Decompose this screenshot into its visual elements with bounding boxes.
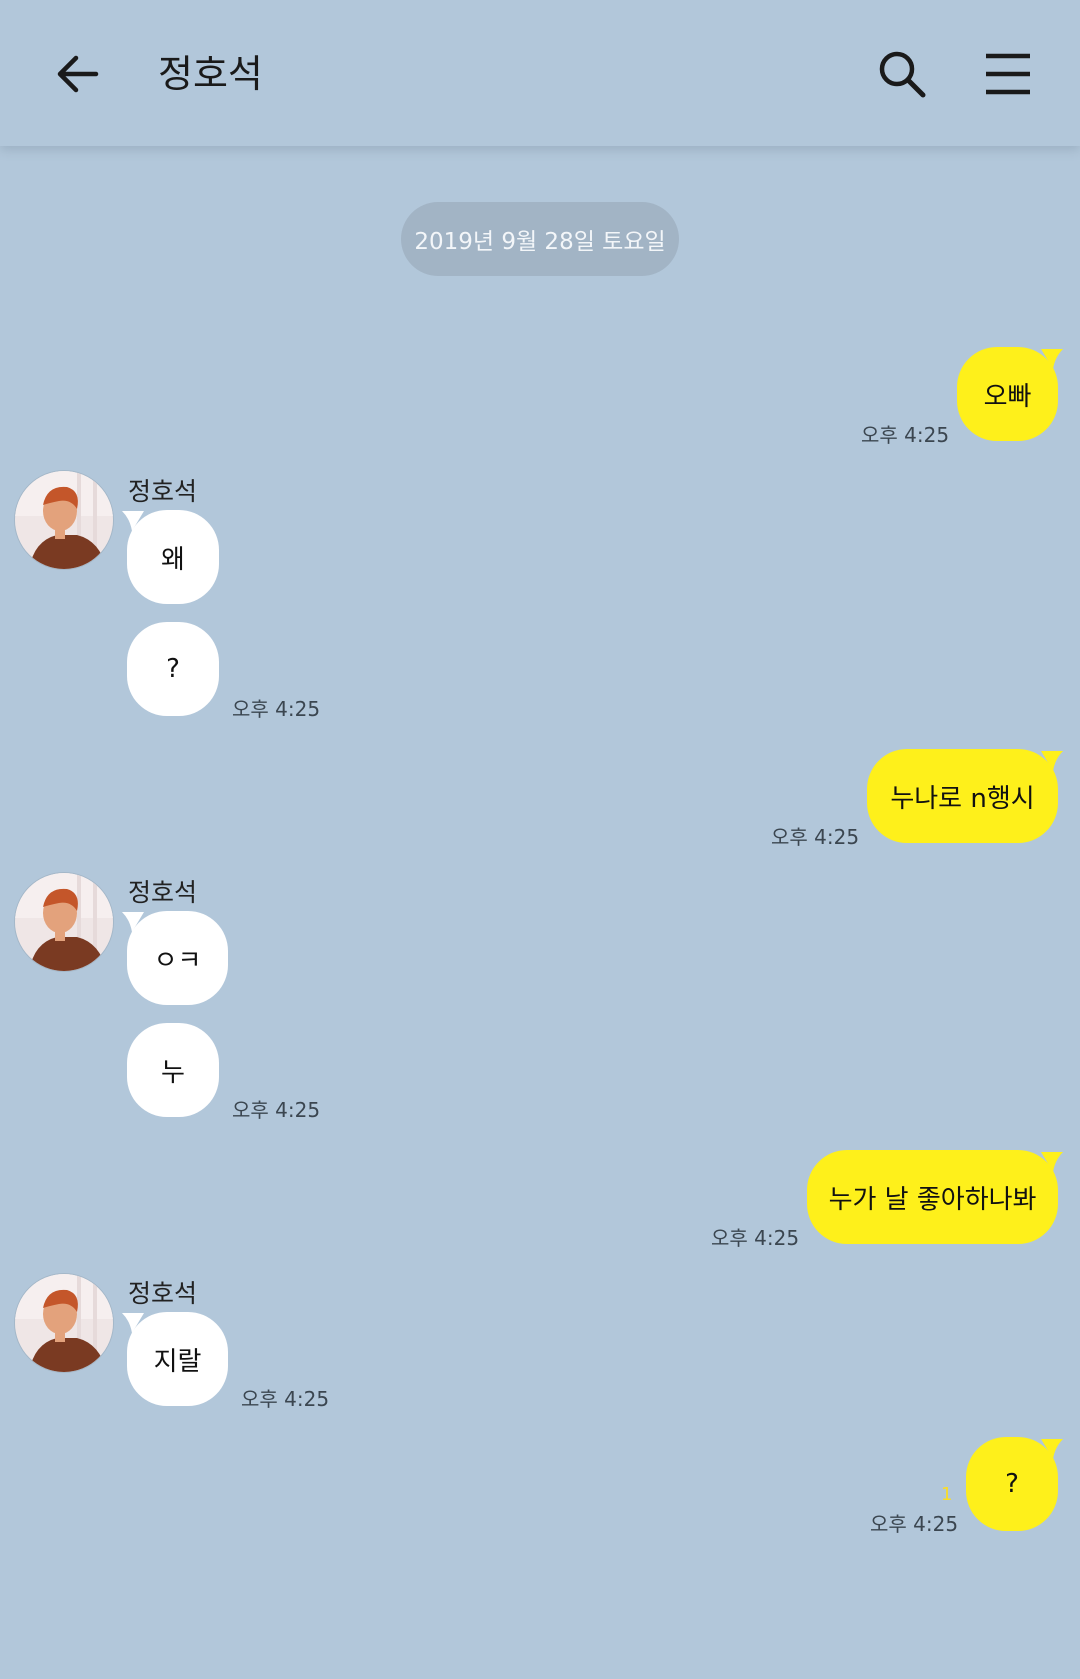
sender-name: 정호석: [128, 878, 198, 907]
avatar-photo: [15, 1274, 113, 1372]
message-time: 오후 4:25: [771, 825, 860, 849]
chat-title: 정호석: [158, 52, 263, 96]
their-message-bubble[interactable]: ㅇㅋ: [127, 911, 228, 1005]
chat-screen: 정호석 2019년 9월 28일 토요일 오빠 오후 4:25 정호석 왜 ? …: [0, 0, 1080, 1679]
avatar-photo: [15, 471, 113, 569]
avatar-photo: [15, 873, 113, 971]
my-message-bubble[interactable]: 누가 날 좋아하나봐: [807, 1150, 1058, 1244]
my-message-bubble[interactable]: 누나로 n행시: [867, 749, 1058, 843]
their-message-bubble[interactable]: 왜: [127, 510, 219, 604]
message-time: 오후 4:25: [232, 697, 321, 721]
date-divider: 2019년 9월 28일 토요일: [401, 202, 679, 276]
message-time: 오후 4:25: [861, 423, 950, 447]
sender-name: 정호석: [128, 1279, 198, 1308]
avatar[interactable]: [14, 470, 114, 570]
arrow-left-icon: [57, 55, 99, 93]
unread-count: 1: [941, 1484, 953, 1505]
message-time: 오후 4:25: [870, 1512, 959, 1536]
search-icon: [879, 51, 926, 98]
message-time: 오후 4:25: [232, 1098, 321, 1122]
sender-name: 정호석: [128, 477, 198, 506]
their-message-bubble[interactable]: ?: [127, 622, 219, 716]
their-message-bubble[interactable]: 누: [127, 1023, 219, 1117]
search-button[interactable]: [872, 44, 932, 104]
bubble-tail: [1041, 1439, 1063, 1459]
message-time: 오후 4:25: [711, 1226, 800, 1250]
their-message-bubble[interactable]: 지랄: [127, 1312, 228, 1406]
bubble-tail: [1041, 349, 1063, 369]
avatar[interactable]: [14, 1273, 114, 1373]
menu-button[interactable]: [978, 44, 1038, 104]
hamburger-menu-icon: [986, 53, 1030, 95]
bubble-tail: [1041, 1152, 1063, 1172]
avatar[interactable]: [14, 872, 114, 972]
chat-header: 정호석: [0, 0, 1080, 146]
back-button[interactable]: [48, 44, 108, 104]
message-time: 오후 4:25: [241, 1387, 330, 1411]
bubble-tail: [1041, 751, 1063, 771]
